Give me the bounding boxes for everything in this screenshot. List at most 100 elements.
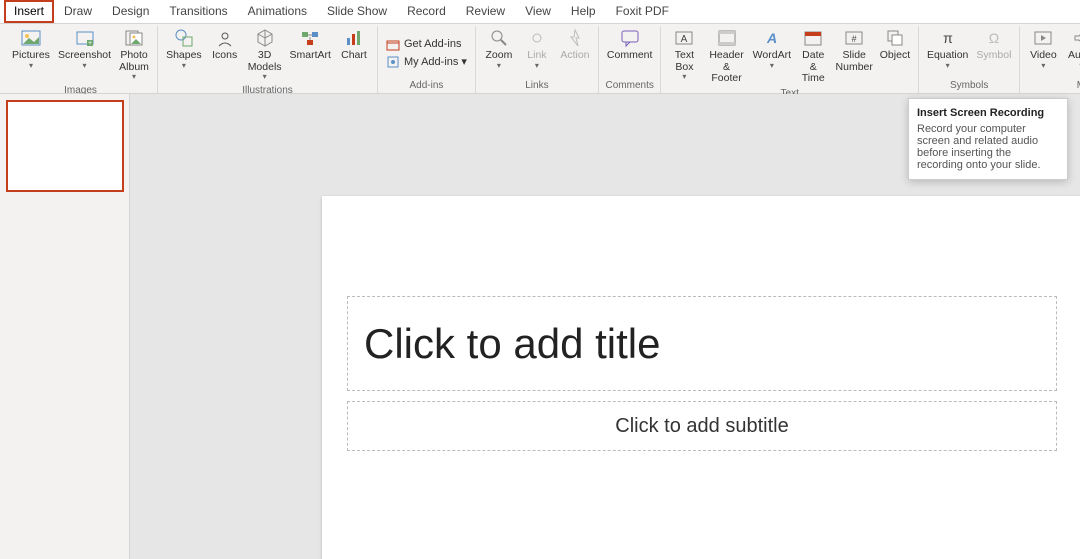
label: Audio	[1068, 50, 1080, 62]
svg-text:π: π	[943, 30, 953, 46]
symbol-button: Ω Symbol	[972, 26, 1015, 64]
shapes-button[interactable]: Shapes ▾	[162, 26, 206, 72]
tab-foxit[interactable]: Foxit PDF	[606, 0, 679, 23]
text-box-button[interactable]: A Text Box ▾	[665, 26, 703, 84]
cube-icon	[255, 28, 275, 48]
tooltip-body: Record your computer screen and related …	[917, 123, 1059, 171]
tab-design[interactable]: Design	[102, 0, 159, 23]
tab-transitions[interactable]: Transitions	[159, 0, 237, 23]
link-icon	[527, 28, 547, 48]
object-icon	[885, 28, 905, 48]
icons-icon	[215, 28, 235, 48]
tab-slideshow[interactable]: Slide Show	[317, 0, 397, 23]
store-icon	[386, 37, 400, 51]
group-label: Symbols	[950, 79, 988, 93]
subtitle-placeholder[interactable]: Click to add subtitle	[347, 401, 1057, 451]
wordart-icon: A	[762, 28, 782, 48]
screenshot-button[interactable]: + Screenshot ▾	[54, 26, 115, 72]
chevron-down-icon: ▾	[946, 62, 950, 71]
3d-models-button[interactable]: 3D Models ▾	[244, 26, 286, 84]
slide-thumbnails-panel	[0, 94, 130, 559]
group-label: Add-ins	[409, 79, 443, 93]
get-addins-button[interactable]: Get Add-ins	[382, 35, 465, 53]
label: Symbol	[976, 50, 1011, 62]
group-text: A Text Box ▾ Header & Footer A WordArt ▾…	[661, 26, 919, 93]
group-symbols: π Equation ▾ Ω Symbol Symbols	[919, 26, 1020, 93]
tab-animations[interactable]: Animations	[238, 0, 317, 23]
svg-text:A: A	[766, 30, 777, 46]
audio-button[interactable]: Audio ▾	[1062, 26, 1080, 72]
photo-album-button[interactable]: Photo Album ▾	[115, 26, 153, 84]
zoom-icon	[489, 28, 509, 48]
label: Link	[527, 50, 546, 62]
equation-icon: π	[938, 28, 958, 48]
calendar-icon	[803, 28, 823, 48]
label: Text Box	[675, 50, 694, 73]
label: Comment	[607, 50, 653, 62]
title-placeholder[interactable]: Click to add title	[347, 296, 1057, 391]
chevron-down-icon: ▾	[497, 62, 501, 71]
audio-icon	[1071, 28, 1080, 48]
svg-text:#: #	[852, 34, 857, 44]
smartart-icon	[300, 28, 320, 48]
label: Get Add-ins	[404, 38, 461, 50]
tab-record[interactable]: Record	[397, 0, 456, 23]
screen-recording-tooltip: Insert Screen Recording Record your comp…	[908, 98, 1068, 180]
header-footer-icon	[717, 28, 737, 48]
zoom-button[interactable]: Zoom ▾	[480, 26, 518, 72]
chevron-down-icon: ▾	[461, 55, 467, 68]
tab-view[interactable]: View	[515, 0, 561, 23]
label: Video	[1030, 50, 1057, 62]
group-comments: Comment Comments	[599, 26, 662, 93]
chart-icon	[344, 28, 364, 48]
tab-review[interactable]: Review	[456, 0, 515, 23]
pictures-button[interactable]: Pictures ▾	[8, 26, 54, 72]
tooltip-title: Insert Screen Recording	[917, 107, 1059, 119]
label: Object	[880, 50, 910, 62]
number-icon: #	[844, 28, 864, 48]
chevron-down-icon: ▾	[682, 73, 686, 82]
label: Pictures	[12, 50, 50, 62]
video-icon	[1033, 28, 1053, 48]
label: Action	[560, 50, 589, 62]
slide-thumbnail-1[interactable]	[6, 100, 124, 192]
comment-button[interactable]: Comment	[603, 26, 657, 64]
group-media: Video ▾ Audio ▾ + Screen Recording Media	[1020, 26, 1080, 93]
date-time-button[interactable]: Date & Time	[794, 26, 832, 87]
my-addins-button[interactable]: My Add-ins ▾	[382, 53, 471, 71]
tab-help[interactable]: Help	[561, 0, 606, 23]
action-button: Action	[556, 26, 594, 64]
label: Equation	[927, 50, 968, 62]
slide-number-button[interactable]: # Slide Number	[832, 26, 875, 75]
chevron-down-icon: ▾	[182, 62, 186, 71]
group-links: Zoom ▾ Link ▾ Action Links	[476, 26, 599, 93]
comment-icon	[620, 28, 640, 48]
svg-text:+: +	[87, 40, 91, 47]
chevron-down-icon: ▾	[132, 73, 136, 82]
slide-canvas[interactable]: Click to add title Click to add subtitle	[322, 196, 1080, 559]
equation-button[interactable]: π Equation ▾	[923, 26, 972, 72]
tab-draw[interactable]: Draw	[54, 0, 102, 23]
label: Chart	[341, 50, 367, 62]
label: Header & Footer	[707, 50, 745, 85]
tab-insert[interactable]: Insert	[4, 0, 54, 23]
chart-button[interactable]: Chart	[335, 26, 373, 64]
label: Slide Number	[836, 50, 873, 73]
svg-text:A: A	[681, 34, 688, 45]
screenshot-icon: +	[75, 28, 95, 48]
header-footer-button[interactable]: Header & Footer	[703, 26, 749, 87]
wordart-button[interactable]: A WordArt ▾	[750, 26, 794, 72]
addins-icon	[386, 55, 400, 69]
label: 3D Models	[248, 50, 282, 73]
icons-button[interactable]: Icons	[206, 26, 244, 64]
group-images: Pictures ▾ + Screenshot ▾ Photo Album ▾ …	[4, 26, 158, 93]
object-button[interactable]: Object	[876, 26, 914, 64]
photo-album-icon	[124, 28, 144, 48]
smartart-button[interactable]: SmartArt	[286, 26, 335, 64]
label: My Add-ins	[404, 56, 458, 68]
video-button[interactable]: Video ▾	[1024, 26, 1062, 72]
symbol-icon: Ω	[984, 28, 1004, 48]
link-button: Link ▾	[518, 26, 556, 72]
chevron-down-icon: ▾	[535, 62, 539, 71]
chevron-down-icon: ▾	[263, 73, 267, 82]
